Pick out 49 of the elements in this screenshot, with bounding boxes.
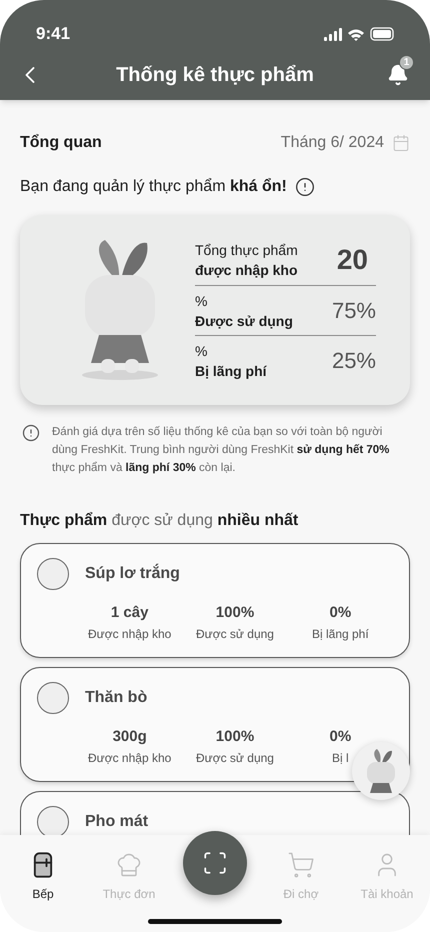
note-text: Đánh giá dựa trên số liệu thống kê của bạn so với toàn bộ người dùng FreshKit. Trung bình người dùng FreshKit sử dụng hết 70% thực phẩm và lãng phí 30% còn lại.: [52, 425, 390, 476]
stat-value: 20: [336, 243, 369, 277]
stat-label: Được sử dụng: [195, 312, 293, 330]
period-picker[interactable]: Tháng 6/ 2024: [280, 131, 410, 155]
info-icon: [22, 424, 40, 442]
food-thumbnail: [37, 682, 69, 714]
stat-caption: Tổng thực phẩm: [195, 241, 298, 260]
food-name: Thăn bò: [85, 688, 148, 708]
stat-caption: %: [195, 292, 208, 310]
scan-button[interactable]: [183, 831, 247, 895]
food-stat-value: 300g: [112, 727, 147, 747]
food-stat-value: 1 cây: [110, 603, 148, 623]
stat-label: Bị lãng phí: [195, 362, 267, 380]
bell-icon: [386, 64, 409, 86]
wifi-icon: [348, 28, 364, 40]
status-time: 9:41: [36, 23, 70, 46]
stat-value: 25%: [332, 347, 376, 375]
section-title: Thực phẩm được sử dụng nhiều nhất: [20, 511, 300, 531]
food-stat-value: 0%: [329, 603, 352, 623]
overview-title: Tổng quan: [20, 133, 102, 153]
food-stat-label: Bị lãng phí: [312, 626, 369, 642]
stat-label: được nhập kho: [195, 261, 298, 280]
notification-badge: 1: [398, 55, 414, 70]
battery-icon: [370, 27, 394, 41]
scan-icon: [202, 850, 228, 876]
status-message: Bạn đang quản lý thực phẩm khá ổn!: [20, 177, 287, 197]
info-icon: [294, 177, 315, 197]
food-stat-value: 100%: [216, 727, 254, 747]
food-card[interactable]: Thăn bò 300g Được nhập kho 100% Được sử dụng 0% Bị l: [20, 667, 410, 782]
food-thumbnail: [37, 558, 69, 590]
food-stat-value: 100%: [216, 603, 254, 623]
nav-tab[interactable]: Bếp: [0, 851, 86, 903]
signal-icon: [324, 28, 342, 40]
food-card[interactable]: Pho mát: [20, 791, 410, 835]
food-stat-label: Được sử dụng: [196, 626, 274, 642]
calendar-icon: [392, 134, 410, 152]
food-stat-label: Bị l: [332, 750, 349, 766]
food-stat-label: Được nhập kho: [88, 750, 172, 766]
food-card[interactable]: Súp lơ trắng 1 cây Được nhập kho 100% Được sử dụng 0% Bị lãng phí: [20, 543, 410, 658]
chef-hat-icon: [115, 851, 143, 879]
food-stat-label: Được nhập kho: [88, 626, 172, 642]
page-title: Thống kê thực phẩm: [116, 63, 314, 88]
stat-value: 75%: [332, 297, 376, 325]
food-name: Súp lơ trắng: [85, 562, 180, 584]
food-stat-label: Được sử dụng: [196, 750, 274, 766]
food-stat-value: 0%: [329, 727, 352, 747]
food-name: Pho mát: [85, 812, 148, 832]
stat-caption: %: [195, 342, 208, 360]
cart-icon: [287, 851, 315, 879]
